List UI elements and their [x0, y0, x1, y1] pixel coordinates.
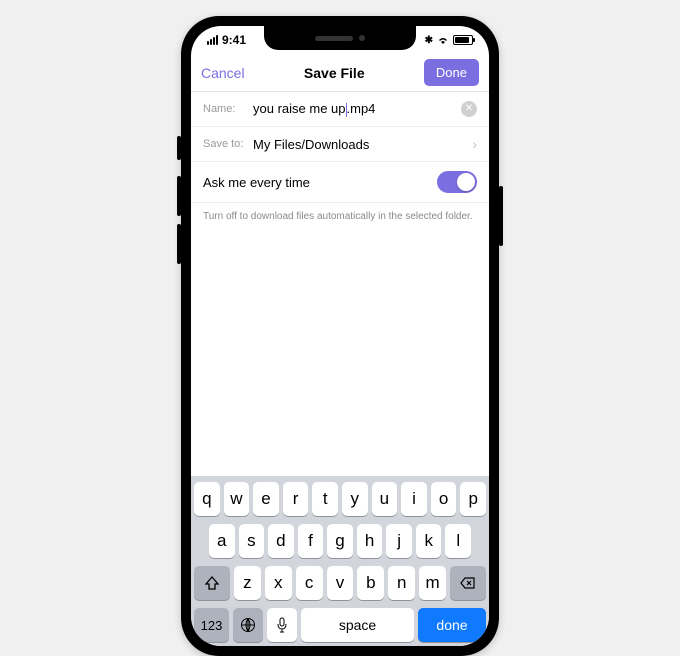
shift-icon: [204, 575, 220, 591]
wifi-icon: [437, 35, 449, 45]
key-y[interactable]: y: [342, 482, 368, 516]
key-w[interactable]: w: [224, 482, 250, 516]
key-q[interactable]: q: [194, 482, 220, 516]
key-b[interactable]: b: [357, 566, 384, 600]
front-camera: [359, 35, 365, 41]
notch: [264, 26, 416, 50]
backspace-icon: [460, 575, 476, 591]
numbers-key[interactable]: 123: [194, 608, 229, 642]
key-x[interactable]: x: [265, 566, 292, 600]
globe-icon: [240, 617, 256, 633]
key-j[interactable]: j: [386, 524, 412, 558]
side-button: [177, 136, 181, 160]
side-button: [499, 186, 503, 246]
mic-icon: [275, 617, 289, 633]
signal-icon: [207, 35, 218, 45]
key-c[interactable]: c: [296, 566, 323, 600]
status-time: 9:41: [222, 33, 246, 47]
saveto-row[interactable]: Save to: My Files/Downloads ›: [191, 127, 489, 162]
phone-frame: 9:41 ✱ Cancel Save File Done Name: you r…: [181, 16, 499, 656]
key-p[interactable]: p: [460, 482, 486, 516]
key-k[interactable]: k: [416, 524, 442, 558]
key-t[interactable]: t: [312, 482, 338, 516]
toggle-knob: [457, 173, 475, 191]
navbar: Cancel Save File Done: [191, 54, 489, 92]
ask-label: Ask me every time: [203, 175, 310, 190]
done-button[interactable]: Done: [424, 59, 479, 86]
key-o[interactable]: o: [431, 482, 457, 516]
key-v[interactable]: v: [327, 566, 354, 600]
side-button: [177, 224, 181, 264]
side-button: [177, 176, 181, 216]
shift-key[interactable]: [194, 566, 230, 600]
key-i[interactable]: i: [401, 482, 427, 516]
globe-key[interactable]: [233, 608, 263, 642]
key-s[interactable]: s: [239, 524, 265, 558]
ask-toggle[interactable]: [437, 171, 477, 193]
speaker-grille: [315, 36, 353, 41]
mic-key[interactable]: [267, 608, 297, 642]
key-l[interactable]: l: [445, 524, 471, 558]
key-h[interactable]: h: [357, 524, 383, 558]
name-label: Name:: [203, 103, 253, 115]
keyboard-row-2: a s d f g h j k l: [194, 524, 486, 558]
keyboard: q w e r t y u i o p a s d f g h j k l: [191, 476, 489, 646]
key-m[interactable]: m: [419, 566, 446, 600]
bluetooth-icon: ✱: [425, 35, 433, 46]
name-input[interactable]: you raise me up.mp4: [253, 101, 461, 117]
saveto-label: Save to:: [203, 138, 253, 150]
key-f[interactable]: f: [298, 524, 324, 558]
backspace-key[interactable]: [450, 566, 486, 600]
content-spacer: [191, 230, 489, 476]
name-row[interactable]: Name: you raise me up.mp4 ✕: [191, 92, 489, 127]
key-g[interactable]: g: [327, 524, 353, 558]
hint-text: Turn off to download files automatically…: [191, 203, 489, 230]
ask-toggle-row: Ask me every time: [191, 162, 489, 203]
saveto-value: My Files/Downloads: [253, 137, 472, 152]
space-key[interactable]: space: [301, 608, 414, 642]
keyboard-row-4: 123 space done: [194, 608, 486, 642]
keyboard-done-key[interactable]: done: [418, 608, 486, 642]
battery-icon: [453, 35, 473, 45]
clear-icon[interactable]: ✕: [461, 101, 477, 117]
screen: 9:41 ✱ Cancel Save File Done Name: you r…: [191, 26, 489, 646]
key-e[interactable]: e: [253, 482, 279, 516]
keyboard-row-3: z x c v b n m: [194, 566, 486, 600]
key-r[interactable]: r: [283, 482, 309, 516]
key-u[interactable]: u: [372, 482, 398, 516]
key-z[interactable]: z: [234, 566, 261, 600]
cancel-button[interactable]: Cancel: [201, 65, 245, 81]
chevron-right-icon: ›: [472, 136, 477, 152]
key-d[interactable]: d: [268, 524, 294, 558]
key-n[interactable]: n: [388, 566, 415, 600]
key-a[interactable]: a: [209, 524, 235, 558]
page-title: Save File: [304, 65, 365, 81]
keyboard-row-1: q w e r t y u i o p: [194, 482, 486, 516]
